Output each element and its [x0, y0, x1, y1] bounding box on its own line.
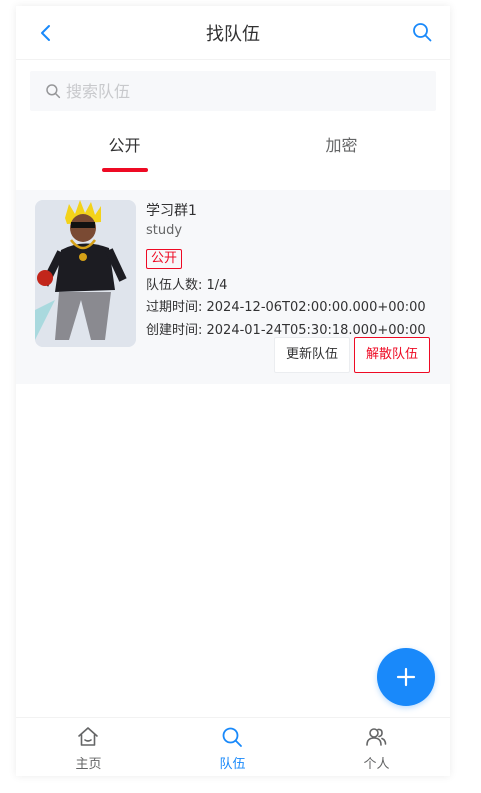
tabbar-label-team: 队伍 — [219, 757, 246, 772]
tab-bar: 公开 加密 — [16, 124, 450, 176]
search-icon — [222, 727, 242, 747]
search-icon[interactable] — [410, 20, 434, 44]
tabbar-item-profile[interactable]: 个人 — [304, 718, 449, 776]
tab-encrypted[interactable]: 加密 — [233, 124, 450, 176]
team-card[interactable]: 学习群1 study 公开 队伍人数: 1/4 过期时间: 2024-12-06… — [16, 190, 450, 384]
team-avatar-image — [35, 200, 136, 347]
dissolve-team-button[interactable]: 解散队伍 — [354, 337, 430, 373]
plus-icon — [396, 667, 416, 687]
nav-bar: 找队伍 — [16, 6, 450, 60]
search-bar — [30, 71, 436, 111]
tabbar-item-home[interactable]: 主页 — [16, 718, 161, 776]
page-title: 找队伍 — [206, 24, 260, 45]
team-create-time: 创建时间: 2024-01-24T05:30:18.000+00:00 — [146, 323, 426, 338]
team-name: 学习群1 — [146, 203, 197, 219]
app-screen: 找队伍 公开 加密 — [16, 6, 450, 776]
team-avatar — [35, 200, 136, 347]
tabbar-label-profile: 个人 — [363, 757, 390, 772]
tabbar-item-team[interactable]: 队伍 — [160, 718, 305, 776]
update-team-button[interactable]: 更新队伍 — [274, 337, 350, 373]
tabbar-label-home: 主页 — [75, 757, 102, 772]
add-team-button[interactable] — [377, 648, 435, 706]
search-input[interactable] — [66, 71, 426, 111]
bottom-tabbar: 主页 队伍 个人 — [16, 717, 450, 776]
friends-icon — [366, 728, 387, 746]
search-icon — [46, 84, 61, 99]
status-badge: 公开 — [146, 249, 183, 269]
team-member-count: 队伍人数: 1/4 — [146, 278, 228, 293]
home-icon — [78, 727, 98, 746]
team-expire-time: 过期时间: 2024-12-06T02:00:00.000+00:00 — [146, 300, 426, 315]
tab-active-indicator — [102, 168, 148, 172]
team-description: study — [146, 223, 183, 238]
